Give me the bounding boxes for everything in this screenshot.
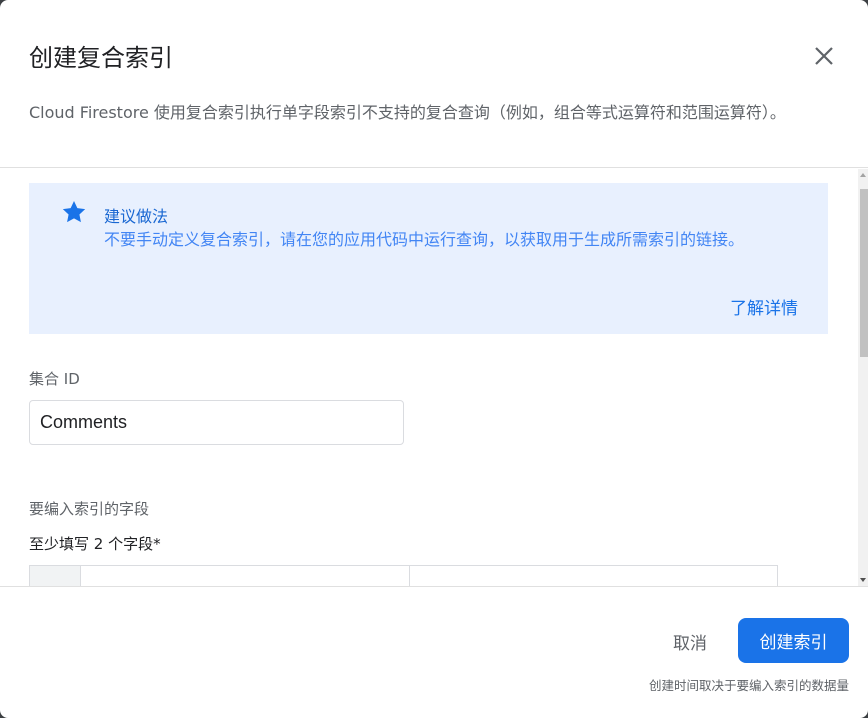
dialog-subtitle: Cloud Firestore 使用复合索引执行单字段索引不支持的复合查询（例如… <box>29 103 786 122</box>
scrollbar[interactable] <box>858 169 868 586</box>
dialog-footer: 取消 创建索引 创建时间取决于要编入索引的数据量 <box>0 586 868 718</box>
cancel-button[interactable]: 取消 <box>656 619 724 663</box>
creation-time-note: 创建时间取决于要编入索引的数据量 <box>648 678 849 693</box>
field-row-handle[interactable] <box>30 566 81 586</box>
learn-more-link[interactable]: 了解详情 <box>730 294 798 319</box>
scroll-down-icon[interactable] <box>859 577 867 583</box>
create-index-dialog: 创建复合索引 Cloud Firestore 使用复合索引执行单字段索引不支持的… <box>0 0 868 718</box>
dialog-body: 建议做法 不要手动定义复合索引，请在您的应用代码中运行查询，以获取用于生成所需索… <box>0 169 858 586</box>
star-icon <box>62 200 86 223</box>
scrollbar-thumb[interactable] <box>860 189 868 357</box>
dialog-header: 创建复合索引 Cloud Firestore 使用复合索引执行单字段索引不支持的… <box>0 0 868 168</box>
collection-id-input[interactable]: Comments <box>29 400 404 445</box>
fields-label: 要编入索引的字段 <box>29 500 150 518</box>
field-path-cell[interactable] <box>82 566 410 586</box>
fields-table <box>29 565 778 586</box>
best-practice-callout: 建议做法 不要手动定义复合索引，请在您的应用代码中运行查询，以获取用于生成所需索… <box>29 183 828 334</box>
create-index-button[interactable]: 创建索引 <box>738 618 849 663</box>
close-icon <box>815 47 833 65</box>
collection-id-label: 集合 ID <box>29 370 80 388</box>
dialog-title: 创建复合索引 <box>29 44 173 72</box>
fields-requirement: 至少填写 2 个字段* <box>29 535 161 553</box>
callout-text: 不要手动定义复合索引，请在您的应用代码中运行查询，以获取用于生成所需索引的链接。 <box>104 230 745 249</box>
callout-title: 建议做法 <box>104 207 169 226</box>
close-button[interactable] <box>808 40 840 72</box>
scroll-up-icon[interactable] <box>859 172 867 178</box>
